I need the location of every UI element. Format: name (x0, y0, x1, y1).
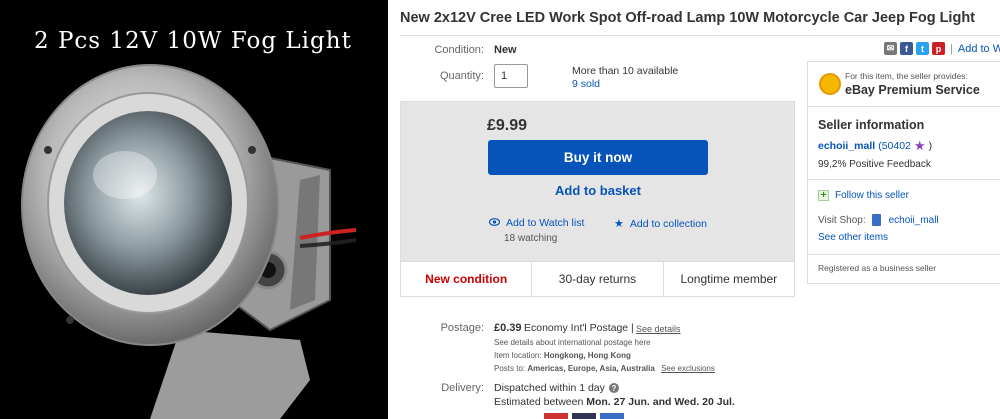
follow-seller-button[interactable]: + Follow this seller (818, 190, 909, 201)
buy-it-now-button[interactable]: Buy it now (488, 140, 708, 175)
tab-longtime-member[interactable]: Longtime member (664, 262, 794, 296)
store-icon (871, 214, 881, 226)
score-close-paren: ) (928, 140, 933, 152)
item-location-label: Item location: (494, 351, 542, 360)
delivery-estimate: Estimated between Mon. 27 Jun. and Wed. … (494, 396, 735, 408)
condition-label: Condition: (434, 44, 484, 56)
watch-list-label: Add to Watch list (506, 217, 585, 229)
tab-new-condition[interactable]: New condition (401, 262, 533, 296)
premium-note: For this item, the seller provides: (845, 71, 968, 81)
item-title: New 2x12V Cree LED Work Spot Off-road La… (400, 10, 976, 26)
premium-title: eBay Premium Service (845, 83, 980, 97)
item-highlights: New condition 30-day returns Longtime me… (400, 261, 795, 297)
follow-seller-label: Follow this seller (835, 190, 909, 201)
card-icon (572, 413, 596, 419)
international-postage-note[interactable]: See details about international postage … (494, 338, 651, 347)
dispatch-info: Dispatched within 1 day ? (494, 382, 619, 394)
twitter-icon[interactable]: t (916, 42, 929, 55)
delivery-label: Delivery: (441, 382, 484, 394)
card-icon (600, 413, 624, 419)
seller-info-title: Seller information (818, 118, 925, 132)
shop-name-link[interactable]: echoii_mall (889, 215, 939, 226)
title-divider (400, 35, 1000, 36)
add-to-collection-button[interactable]: ★ Add to collection (614, 217, 707, 231)
star-icon: ★ (614, 218, 624, 230)
posts-to-label: Posts to: (494, 364, 526, 373)
visit-shop-label: Visit Shop: (818, 214, 866, 226)
facebook-icon[interactable]: f (900, 42, 913, 55)
sold-count-link[interactable]: 9 sold (572, 78, 600, 90)
payment-icons (544, 413, 624, 419)
quantity-input[interactable]: 1 (494, 64, 528, 88)
seller-name-row: echoii_mall (50402 ★ ) (818, 138, 932, 154)
card-icon (544, 413, 568, 419)
seller-name-link[interactable]: echoii_mall (818, 140, 875, 152)
postage-price: £0.39 (494, 322, 522, 334)
premium-service-icon (819, 73, 841, 95)
shooting-star-icon: ★ (913, 138, 926, 153)
see-other-items-link[interactable]: See other items (818, 232, 888, 243)
seller-feedback-score[interactable]: (50402 (878, 140, 911, 152)
posts-to: Posts to: Americas, Europe, Asia, Austra… (494, 364, 715, 373)
positive-feedback: 99,2% Positive Feedback (818, 159, 931, 170)
postage-service: Economy Int'l Postage | (524, 322, 634, 334)
collection-label: Add to collection (629, 217, 707, 230)
quantity-label: Quantity: (439, 70, 484, 82)
quantity-available: More than 10 available (572, 65, 679, 77)
add-to-basket-button[interactable]: Add to basket (488, 183, 708, 198)
seller-panel: For this item, the seller provides: eBay… (807, 61, 1000, 284)
visit-shop: Visit Shop: echoii_mall (818, 214, 939, 226)
condition-value: New (494, 44, 517, 56)
estimate-dates: Mon. 27 Jun. and Wed. 20 Jul. (586, 396, 735, 408)
estimate-prefix: Estimated between (494, 396, 584, 408)
dispatch-text: Dispatched within 1 day (494, 382, 605, 394)
product-image[interactable]: 2 Pcs 12V 10W Fog Light (0, 0, 388, 419)
buy-box (400, 101, 795, 261)
seller-divider (808, 179, 1000, 180)
item-price: £9.99 (487, 117, 528, 134)
pinterest-icon[interactable]: p (932, 42, 945, 55)
item-location: Item location: Hongkong, Hong Kong (494, 351, 631, 360)
postage-label: Postage: (440, 322, 484, 334)
add-to-watch-link[interactable]: Add to W (958, 43, 1000, 55)
tab-returns[interactable]: 30-day returns (532, 262, 664, 296)
watching-count: 18 watching (504, 233, 558, 244)
seller-divider (808, 106, 1000, 107)
postage-see-details-link[interactable]: See details (636, 324, 681, 334)
eye-icon (488, 217, 501, 229)
image-caption: 2 Pcs 12V 10W Fog Light (34, 28, 352, 54)
posts-to-value: Americas, Europe, Asia, Australia (527, 364, 655, 373)
add-to-watch-list-button[interactable]: Add to Watch list (488, 217, 585, 229)
share-separator: | (950, 42, 953, 55)
help-icon[interactable]: ? (608, 383, 619, 393)
registered-business: Registered as a business seller (818, 263, 937, 273)
seller-divider (808, 254, 1000, 255)
see-exclusions-link[interactable]: See exclusions (661, 364, 715, 373)
item-location-value: Hongkong, Hong Kong (543, 351, 631, 360)
email-icon[interactable]: ✉ (884, 42, 897, 55)
plus-icon: + (818, 190, 829, 201)
share-bar: ✉ f t p | Add to W (884, 42, 1000, 55)
fog-light-image (0, 0, 388, 419)
